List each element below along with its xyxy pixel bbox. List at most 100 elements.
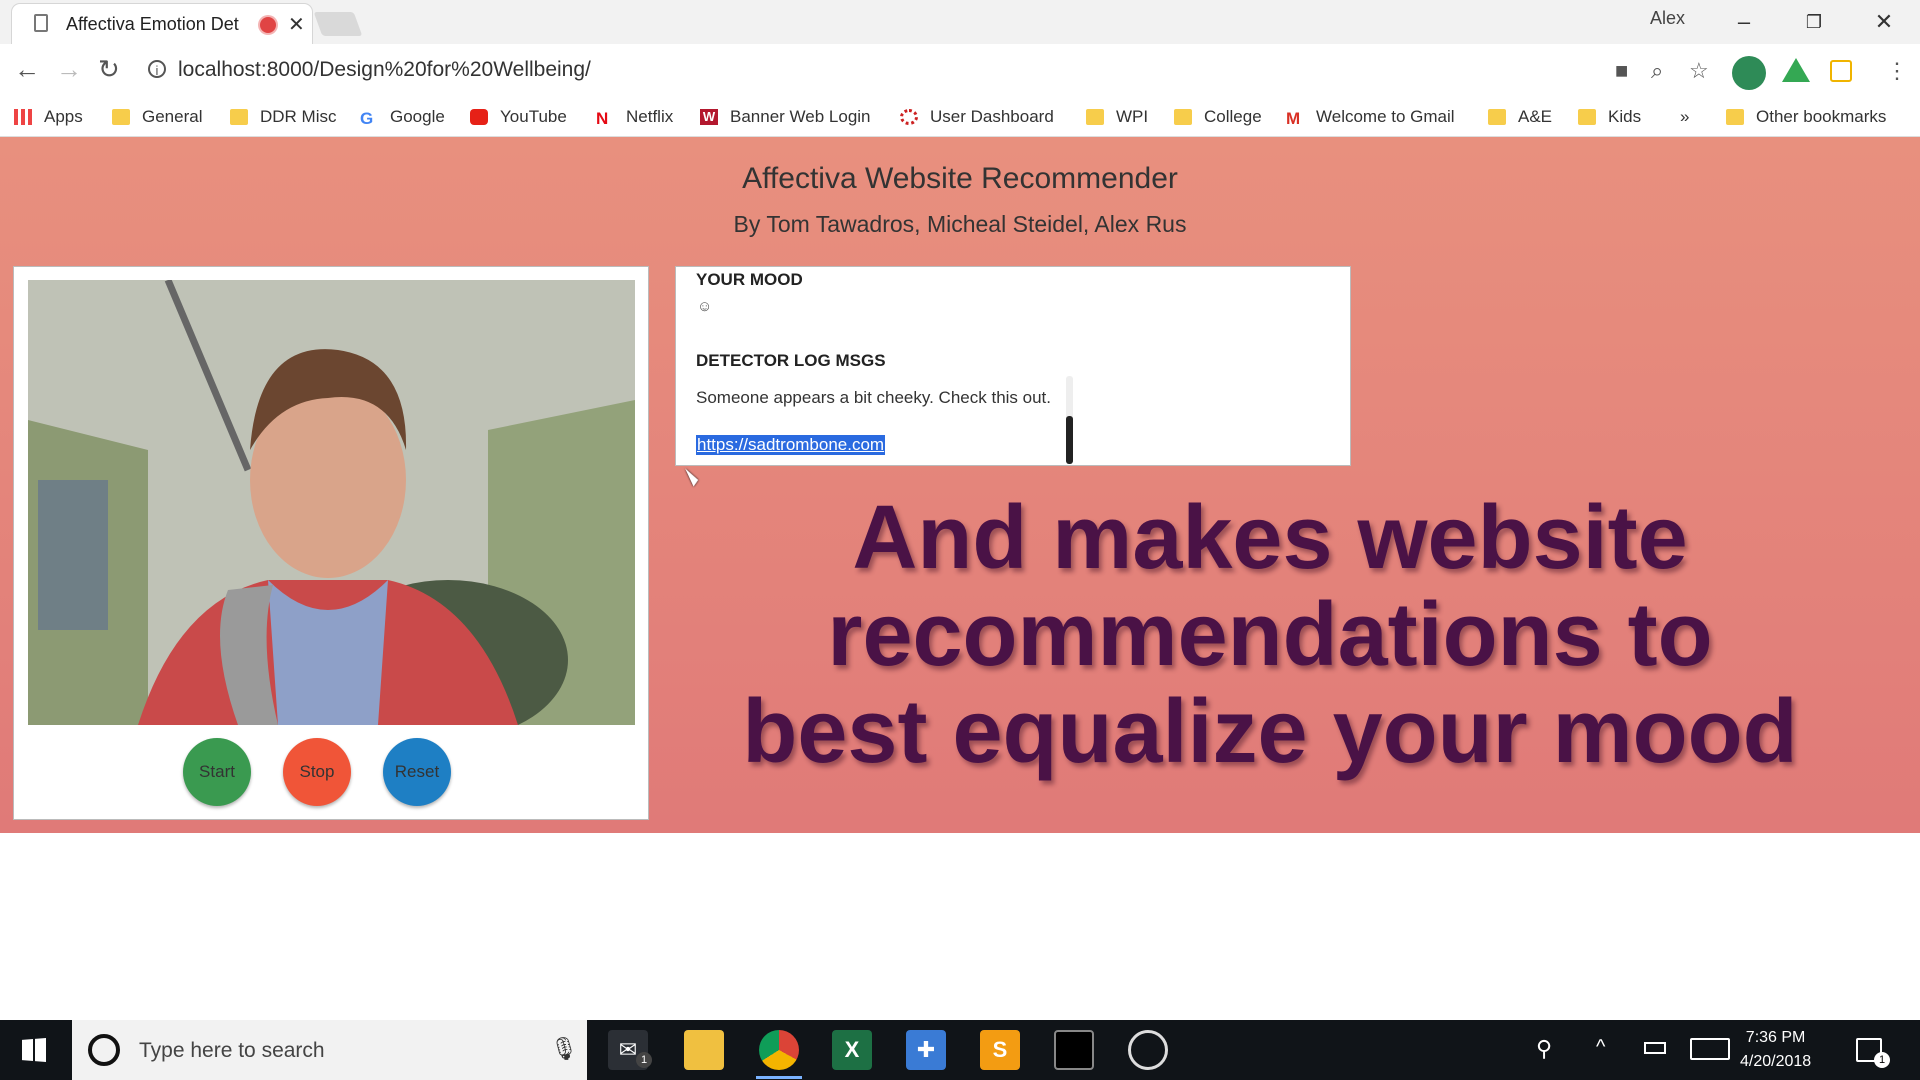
apps-grid-icon (14, 109, 32, 125)
bookmark-label: Welcome to Gmail (1316, 107, 1455, 126)
file-explorer-icon[interactable] (684, 1030, 724, 1070)
bookmark-kids[interactable]: Kids (1578, 104, 1641, 130)
zoom-icon[interactable]: ⌕ (1651, 58, 1663, 84)
chrome-active-indicator (756, 1076, 802, 1079)
bookmark-netflix[interactable]: N Netflix (596, 104, 673, 130)
browser-tab[interactable]: Affectiva Emotion Det ✕ (12, 4, 312, 44)
reload-icon[interactable]: ↻ (98, 54, 120, 85)
bookmark-google[interactable]: G Google (360, 104, 445, 130)
bookmark-wpi[interactable]: WPI (1086, 104, 1148, 130)
windows-start-icon[interactable] (22, 1038, 46, 1062)
bookmark-label: General (142, 107, 203, 126)
close-window-icon[interactable]: ✕ (1864, 4, 1904, 40)
log-message: Someone appears a bit cheeky. Check this… (696, 388, 1051, 407)
bookmark-label: Banner Web Login (730, 107, 871, 126)
page-subtitle: By Tom Tawadros, Micheal Steidel, Alex R… (733, 211, 1187, 237)
bookmark-ddr-misc[interactable]: DDR Misc (230, 104, 337, 130)
bookmark-a-and-e[interactable]: A&E (1488, 104, 1552, 130)
bookmark-user-dashboard[interactable]: User Dashboard (900, 104, 1054, 130)
folder-icon (230, 109, 248, 125)
bookmark-label: User Dashboard (930, 107, 1054, 126)
caption-line-2: recommendations to (827, 585, 1713, 685)
cortana-icon[interactable] (88, 1034, 120, 1066)
bookmark-college[interactable]: College (1174, 104, 1262, 130)
menu-icon[interactable]: ⋮ (1886, 58, 1908, 84)
netflix-icon: N (596, 109, 609, 128)
back-icon[interactable]: ← (14, 54, 40, 85)
excel-icon[interactable]: X (832, 1030, 872, 1070)
notification-badge: 1 (1874, 1052, 1890, 1068)
battery-icon[interactable] (1644, 1042, 1666, 1054)
bookmark-apps[interactable]: Apps (14, 104, 83, 130)
webcam-video (28, 280, 635, 725)
bookmark-label: Kids (1608, 107, 1642, 126)
dashboard-icon (900, 109, 918, 125)
mail-badge: 1 (636, 1052, 652, 1068)
search-placeholder[interactable]: Type here to search (139, 1039, 325, 1063)
url-text[interactable]: localhost:8000/Design%20for%20Wellbeing/ (178, 58, 591, 82)
bookmark-label: DDR Misc (260, 107, 337, 126)
bookmark-label: WPI (1116, 107, 1149, 126)
stop-button[interactable]: Stop (283, 738, 351, 806)
recommended-link[interactable]: https://sadtrombone.com (696, 435, 886, 455)
folder-icon (1726, 109, 1744, 125)
bookmark-gmail[interactable]: M Welcome to Gmail (1286, 104, 1455, 130)
folder-icon (1488, 109, 1506, 125)
new-tab-button[interactable] (313, 12, 363, 36)
terminal-icon[interactable] (1054, 1030, 1094, 1070)
bookmark-label: A&E (1518, 107, 1553, 126)
bookmark-label: College (1204, 107, 1262, 126)
detector-log-label: DETECTOR LOG MSGS (696, 351, 886, 370)
mood-emoji: ☺ (697, 298, 713, 315)
extension-edit-icon[interactable] (1830, 60, 1852, 82)
profile-name[interactable]: Alex (1650, 8, 1685, 29)
obs-icon[interactable] (1128, 1030, 1168, 1070)
bookmark-star-icon[interactable]: ☆ (1689, 58, 1709, 84)
microphone-icon[interactable]: 🎙 (550, 1036, 578, 1062)
site-info-icon[interactable]: i (148, 60, 166, 78)
gmail-icon: M (1286, 109, 1301, 128)
recording-indicator-icon (260, 17, 276, 33)
page-title: Affectiva Website Recommender (742, 162, 1178, 195)
webcam-frame-image (28, 280, 635, 725)
restore-icon[interactable]: ❐ (1794, 4, 1834, 40)
show-hidden-icons-icon[interactable]: ^ (1596, 1036, 1605, 1059)
clock-date: 4/20/2018 (1740, 1053, 1812, 1070)
bookmark-label: Apps (44, 107, 83, 126)
caption-overlay: And makes website recommendations to bes… (700, 490, 1840, 781)
tab-title: Affectiva Emotion Det (66, 14, 239, 34)
bookmark-label: Netflix (626, 107, 674, 126)
bookmarks-overflow-button[interactable]: » (1680, 104, 1689, 130)
google-icon: G (360, 109, 374, 128)
camera-icon[interactable]: ■ (1615, 58, 1628, 84)
log-scrollbar-thumb[interactable] (1066, 416, 1073, 464)
page-icon (34, 14, 48, 32)
keyboard-icon[interactable] (1690, 1038, 1730, 1060)
bookmark-general[interactable]: General (112, 104, 202, 130)
bookmark-banner-web-login[interactable]: W Banner Web Login (700, 104, 871, 130)
wpi-w-icon: W (700, 109, 718, 125)
folder-icon (1174, 109, 1192, 125)
folder-icon (1578, 109, 1596, 125)
bookmark-other-bookmarks[interactable]: Other bookmarks (1726, 104, 1886, 130)
forward-icon[interactable]: → (56, 54, 82, 85)
people-icon[interactable]: ⚲ (1536, 1036, 1552, 1062)
reset-button[interactable]: Reset (383, 738, 451, 806)
bookmark-youtube[interactable]: YouTube (470, 104, 567, 130)
sublime-text-icon[interactable]: S (980, 1030, 1020, 1070)
google-drive-icon[interactable] (1782, 58, 1810, 82)
extension-new-icon[interactable] (1732, 56, 1766, 90)
start-button[interactable]: Start (183, 738, 251, 806)
snipping-tool-icon[interactable]: ✚ (906, 1030, 946, 1070)
caption-line-3: best equalize your mood (742, 682, 1798, 782)
caption-line-1: And makes website (852, 488, 1688, 588)
bookmark-label: YouTube (500, 107, 567, 126)
minimize-icon[interactable]: – (1724, 4, 1764, 40)
taskbar-clock[interactable]: 7:36 PM 4/20/2018 (1740, 1026, 1811, 1074)
your-mood-label: YOUR MOOD (696, 270, 803, 289)
folder-icon (112, 109, 130, 125)
bookmark-label: Other bookmarks (1756, 107, 1887, 126)
close-tab-icon[interactable]: ✕ (288, 12, 305, 37)
chrome-icon[interactable] (759, 1030, 799, 1070)
youtube-icon (470, 109, 488, 125)
